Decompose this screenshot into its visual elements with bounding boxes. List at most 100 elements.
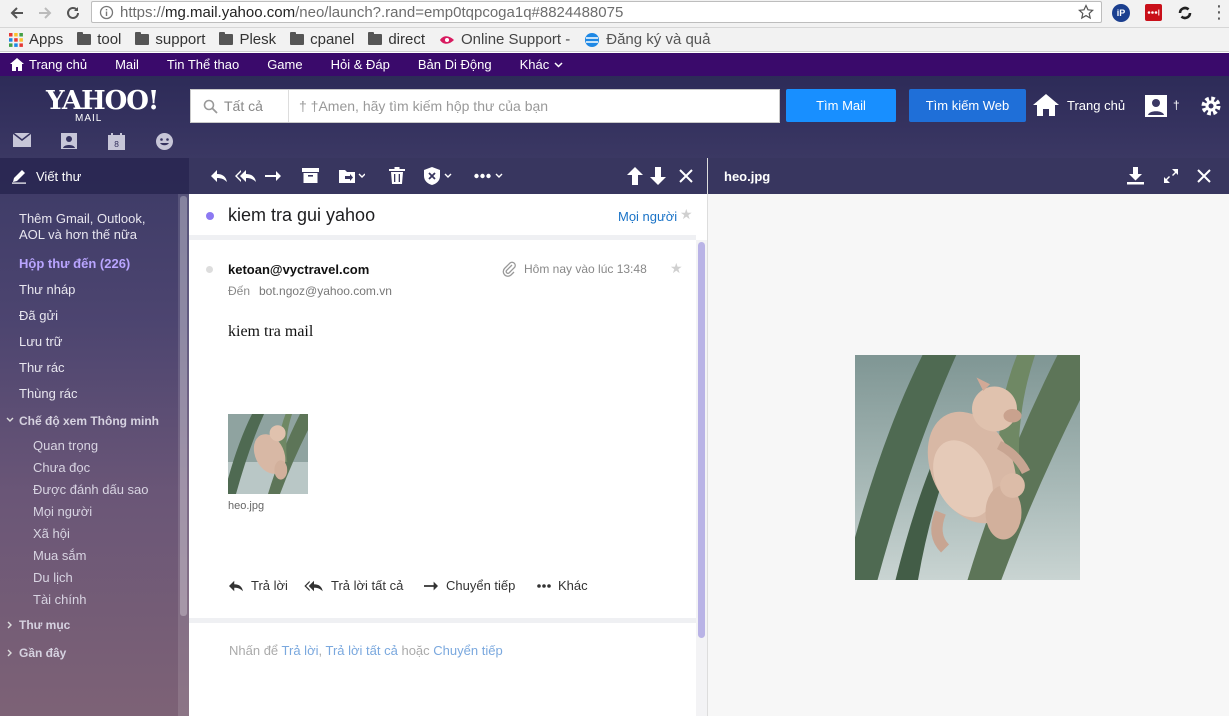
sync-extension-icon[interactable] [1176,4,1194,22]
add-accounts-line2[interactable]: AOL và hơn thế nữa [19,227,137,242]
bookmark-cpanel[interactable]: cpanel [290,31,354,48]
search-input[interactable] [291,90,771,122]
mail-header: YAHOO! MAIL Tất cả Tìm Mail Tìm kiếm Web… [0,76,1229,158]
sidebar-folders[interactable]: Thư mục [19,618,70,632]
header-home-link[interactable]: Trang chủ [1033,94,1125,116]
expand-icon[interactable] [1163,168,1179,184]
hint-reply-link[interactable]: Trả lời [282,643,319,658]
user-avatar-icon[interactable] [1145,95,1167,117]
sender-address[interactable]: ketoan@vyctravel.com [228,262,369,277]
smart-item-people[interactable]: Mọi người [33,504,92,519]
smart-item-unread[interactable]: Chưa đọc [33,460,90,475]
back-icon[interactable] [5,2,29,24]
info-icon[interactable] [99,5,114,20]
close-message-icon[interactable] [679,169,693,183]
forward-nav-icon[interactable] [33,2,57,24]
move-folder-icon[interactable] [339,167,365,184]
message-scrollbar-thumb[interactable] [698,242,705,638]
recipient-address[interactable]: bot.ngoz@yahoo.com.vn [259,284,392,298]
sidebar-smart-views[interactable]: Chế độ xem Thông minh [19,414,159,428]
nav-mail[interactable]: Mail [115,57,139,72]
chevron-down-icon[interactable] [6,417,14,423]
lastpass-extension-icon[interactable] [1145,4,1162,21]
pig-in-tree-image [855,355,1080,580]
smart-item-finance[interactable]: Tài chính [33,592,86,607]
bookmark-tool[interactable]: tool [77,31,121,48]
message-subject: kiem tra gui yahoo [228,205,376,225]
attachment-thumbnail[interactable] [228,414,308,494]
bookmark-plesk[interactable]: Plesk [219,31,276,48]
yahoo-logo[interactable]: YAHOO! [46,86,159,116]
close-preview-icon[interactable] [1197,169,1211,183]
svg-text:8: 8 [114,140,119,149]
compose-button[interactable]: Viết thư [0,158,189,194]
next-message-icon[interactable] [650,167,666,185]
reload-icon[interactable] [61,2,85,24]
reply-button[interactable]: Trả lời [228,578,288,593]
address-bar[interactable]: https://mg.mail.yahoo.com/neo/launch?.ra… [91,1,1102,23]
read-status-dot-icon[interactable] [206,266,213,273]
smart-item-starred[interactable]: Được đánh dấu sao [33,482,149,497]
smart-item-travel[interactable]: Du lịch [33,570,73,585]
star-icon[interactable]: ★ [670,260,683,277]
sidebar-item-drafts[interactable]: Thư nháp [19,282,75,297]
more-button[interactable]: Khác [537,578,588,593]
contacts-icon[interactable] [61,133,77,149]
ip-extension-icon[interactable]: iP [1112,4,1130,22]
unread-dot-icon[interactable] [206,212,214,220]
gear-icon[interactable] [1200,95,1222,117]
sidebar-scrollbar-thumb[interactable] [180,196,187,616]
reply-all-button[interactable]: Trả lời tất cả [304,578,403,593]
bookmark-dang-ky[interactable]: Đăng ký và quả [584,31,710,48]
sidebar-item-trash[interactable]: Thùng rác [19,386,78,401]
hint-reply-all-link[interactable]: Trả lời tất cả [326,643,398,658]
smart-item-shopping[interactable]: Mua sắm [33,548,86,563]
messenger-icon[interactable] [156,133,173,150]
sidebar-recent[interactable]: Gần đây [19,646,66,660]
sidebar-item-archive[interactable]: Lưu trữ [19,334,62,349]
archive-icon[interactable] [302,167,319,184]
forward-button[interactable]: Chuyển tiếp [423,578,515,593]
previous-message-icon[interactable] [627,167,643,185]
bookmark-direct[interactable]: direct [368,31,425,48]
bookmark-star-icon[interactable] [1078,4,1094,20]
reply-icon[interactable] [210,167,228,185]
sidebar-item-inbox[interactable]: Hộp thư đến (226) [19,256,130,271]
browser-menu-icon[interactable]: ⋮ [1210,3,1228,21]
smart-item-important[interactable]: Quan trọng [33,438,98,453]
nav-game[interactable]: Game [267,57,302,72]
calendar-icon[interactable]: 8 [108,133,125,150]
star-icon[interactable]: ★ [680,206,693,223]
people-link[interactable]: Mọi người [618,209,677,224]
spam-shield-icon[interactable] [424,167,454,185]
forward-icon[interactable] [264,167,282,185]
delete-icon[interactable] [389,167,405,184]
smart-item-social[interactable]: Xã hội [33,526,70,541]
reply-all-icon[interactable] [235,167,257,185]
nav-more[interactable]: Khác [520,57,564,72]
bookmark-online-support[interactable]: Online Support - [439,31,570,48]
chevron-right-icon[interactable] [7,621,13,629]
nav-answers[interactable]: Hỏi & Đáp [331,57,390,72]
add-accounts-line1[interactable]: Thêm Gmail, Outlook, [19,211,145,226]
hint-forward-link[interactable]: Chuyển tiếp [433,643,502,658]
message-pane: kiem tra gui yahoo Mọi người ★ ketoan@vy… [189,158,707,716]
search-scope-dropdown[interactable]: Tất cả [191,90,289,122]
nav-sports[interactable]: Tin Thể thao [167,57,239,72]
search-web-button[interactable]: Tìm kiếm Web [909,89,1026,122]
nav-maps[interactable]: Bản Di Động [418,57,492,72]
more-actions-icon[interactable] [474,169,506,183]
download-icon[interactable] [1127,167,1144,185]
attachment-name[interactable]: heo.jpg [228,500,264,512]
mail-icon[interactable] [13,133,31,147]
bookmark-support[interactable]: support [135,31,205,48]
user-name[interactable]: † [1173,98,1180,112]
globe-icon [584,32,600,48]
search-mail-button[interactable]: Tìm Mail [786,89,896,122]
chevron-right-icon[interactable] [7,649,13,657]
sidebar-item-sent[interactable]: Đã gửi [19,308,58,323]
attachment-preview-pane: heo.jpg [707,158,1229,716]
nav-home[interactable]: Trang chủ [10,57,87,72]
sidebar-item-spam[interactable]: Thư rác [19,360,65,375]
bookmark-apps[interactable]: Apps [9,31,63,48]
